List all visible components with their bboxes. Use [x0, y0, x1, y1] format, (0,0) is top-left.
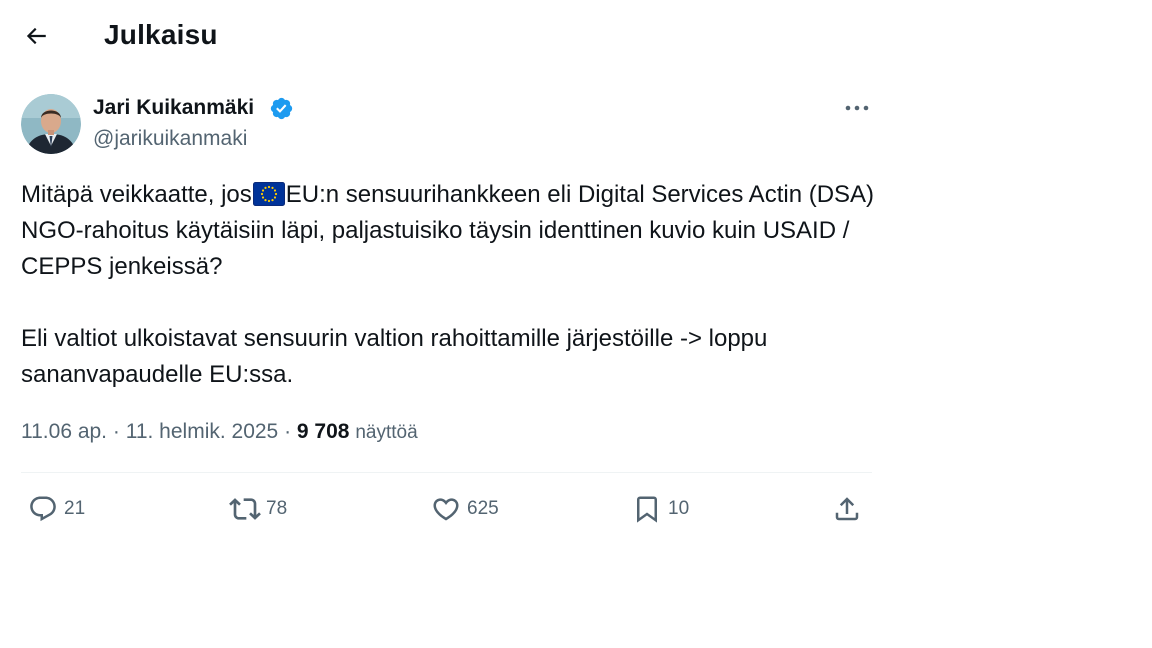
reply-button[interactable]: 21 — [26, 490, 85, 528]
divider — [21, 472, 872, 473]
tweet-date[interactable]: 11. helmik. 2025 — [126, 420, 279, 443]
verified-badge-icon — [270, 97, 293, 120]
tweet-time[interactable]: 11.06 ap. — [21, 420, 107, 443]
heart-icon — [433, 498, 459, 521]
top-bar: Julkaisu — [0, 0, 890, 72]
repost-icon — [229, 498, 261, 520]
back-button[interactable] — [14, 16, 58, 56]
eu-flag-icon — [252, 182, 285, 206]
bookmark-button[interactable]: 10 — [630, 490, 689, 528]
repost-button[interactable]: 78 — [228, 490, 287, 528]
tweet-paragraph-1: Mitäpä veikkaatte, jos EU:n sensuurihank… — [21, 181, 875, 280]
bookmark-count: 10 — [668, 498, 690, 519]
repost-count: 78 — [266, 498, 288, 519]
like-button[interactable]: 625 — [429, 490, 499, 528]
reply-count: 21 — [64, 498, 86, 519]
more-options-button[interactable] — [840, 94, 874, 122]
author-name[interactable]: Jari Kuikanmäki — [93, 96, 254, 120]
arrow-left-icon — [26, 27, 46, 45]
share-icon — [835, 497, 859, 521]
author-handle[interactable]: @jarikuikanmaki — [93, 127, 247, 151]
avatar[interactable] — [21, 94, 81, 154]
bookmark-icon — [637, 496, 657, 523]
page-title: Julkaisu — [104, 19, 218, 50]
tweet-text: Mitäpä veikkaatte, jos EU:n sensuurihank… — [21, 177, 881, 393]
share-button[interactable] — [830, 490, 864, 528]
tweet-meta: 11.06 ap. · 11. helmik. 2025 · 9 708 näy… — [21, 420, 418, 443]
like-count: 625 — [467, 498, 499, 519]
reply-icon — [30, 496, 56, 522]
tweet-paragraph-2: Eli valtiot ulkoistavat sensuurin valtio… — [21, 325, 768, 388]
views-label: näyttöä — [355, 422, 418, 443]
views-count: 9 708 — [296, 420, 350, 443]
more-horizontal-icon — [845, 105, 869, 111]
